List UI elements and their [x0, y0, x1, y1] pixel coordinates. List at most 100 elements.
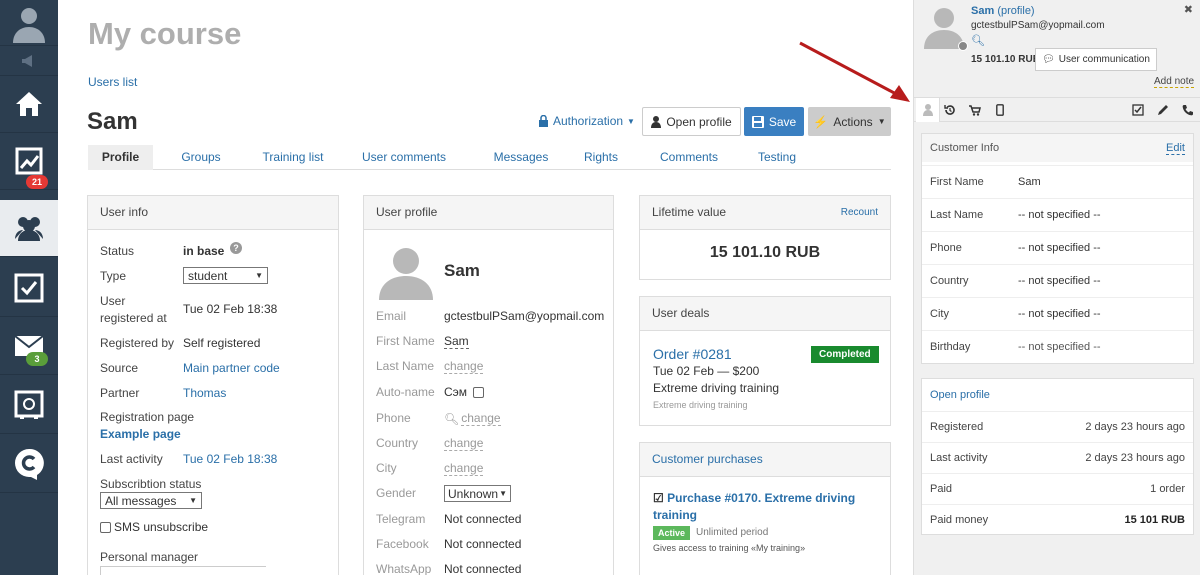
open-profile-button[interactable]: Open profile [642, 107, 741, 136]
tab-testing[interactable]: Testing [747, 145, 807, 170]
help-icon[interactable]: ? [230, 242, 242, 254]
recount-link[interactable]: Recount [841, 196, 878, 229]
whatsapp-value: Not connected [444, 562, 522, 575]
source-link[interactable]: Main partner code [183, 361, 280, 375]
chevron-down-icon: ▼ [189, 496, 197, 505]
customer-email: gctestbulPSam@yopmail.com [971, 20, 1105, 31]
home-icon[interactable] [0, 76, 58, 133]
tab-rights[interactable]: Rights [571, 145, 631, 170]
registered-by-label: Registered by [100, 336, 175, 350]
gender-select[interactable]: Unknown ▼ [444, 485, 511, 502]
customer-info-header: Customer Info Edit [922, 134, 1193, 162]
mail-icon[interactable]: 3 [0, 318, 58, 375]
customer-profile-link[interactable]: (profile) [997, 5, 1034, 17]
field-value: -- not specified -- [1018, 341, 1101, 353]
first-name-value[interactable]: Sam [444, 334, 469, 349]
stat-row-last-activity: Last activity 2 days 23 hours ago [922, 442, 1193, 473]
lock-icon [539, 115, 548, 127]
users-list-link[interactable]: Users list [88, 75, 137, 89]
status-label: Status [100, 244, 135, 258]
source-label: Source [100, 361, 139, 375]
user-avatar-icon[interactable] [0, 0, 58, 46]
checklist-tab-icon[interactable] [1126, 98, 1150, 122]
history-tab-icon[interactable] [938, 98, 962, 122]
save-button[interactable]: Save [744, 107, 804, 136]
email-label: Email [376, 309, 407, 323]
stat-value: 1 order [1150, 483, 1185, 495]
customer-name-link[interactable]: Sam [971, 5, 994, 17]
tab-user-comments[interactable]: User comments [337, 145, 471, 170]
subscription-select[interactable]: All messages ▼ [100, 492, 202, 509]
edit-link[interactable]: Edit [1166, 142, 1185, 155]
autoname-checkbox[interactable] [473, 386, 485, 398]
lifetime-value-header: Lifetime value Recount [640, 196, 890, 230]
tab-profile[interactable]: Profile [88, 145, 153, 170]
tab-messages[interactable]: Messages [471, 145, 571, 170]
sms-checkbox[interactable] [100, 521, 111, 533]
tab-comments[interactable]: Comments [631, 145, 747, 170]
registered-by-value: Self registered [183, 336, 261, 350]
mobile-tab-icon[interactable] [988, 98, 1012, 122]
customer-purchases-title: Customer purchases [640, 443, 890, 477]
partner-label: Partner [100, 386, 140, 400]
telegram-label: Telegram [376, 512, 426, 526]
gender-label: Gender [376, 486, 417, 500]
tab-training-list[interactable]: Training list [249, 145, 337, 170]
search-icon: 🔍︎ [444, 411, 460, 426]
type-select[interactable]: student ▼ [183, 267, 268, 284]
customer-stats-card: Open profile Registered 2 days 23 hours a… [921, 378, 1194, 535]
purchase-link[interactable]: ☑ Purchase #0170. Extreme driving traini… [653, 490, 883, 524]
phone-tab-icon[interactable] [1176, 98, 1200, 122]
sms-label: SMS unsubscribe [114, 520, 209, 534]
user-communication-label: User communication [1058, 54, 1150, 65]
add-note-link[interactable]: Add note [1154, 76, 1195, 88]
last-name-change[interactable]: change [444, 359, 484, 374]
authorization-dropdown[interactable]: Authorization ▼ [538, 114, 635, 128]
profile-tabs: Profile Groups Training list User commen… [88, 145, 891, 170]
type-label: Type [100, 269, 127, 283]
person-icon [651, 115, 662, 128]
cart-tab-icon[interactable] [963, 98, 987, 122]
open-profile-link[interactable]: Open profile [930, 389, 990, 401]
close-icon[interactable]: ✖ [1184, 3, 1193, 16]
customer-info-title: Customer Info [930, 142, 1000, 154]
user-communication-button[interactable]: 💬︎ User communication [1035, 48, 1157, 71]
main-content: My course Users list Sam Authorization ▼… [58, 0, 913, 575]
reg-page-link[interactable]: Example page [100, 427, 181, 441]
user-info-title: User info [88, 196, 338, 230]
users-icon[interactable] [0, 200, 58, 257]
user-name-heading: Sam [87, 108, 138, 135]
city-change[interactable]: change [444, 461, 484, 476]
field-value: -- not specified -- [1018, 308, 1101, 320]
phone-field: 🔍︎ change [444, 411, 501, 426]
order-link[interactable]: Order #0281 [653, 346, 732, 362]
actions-dropdown-button[interactable]: ⚡ Actions ▼ [808, 107, 891, 136]
purchase-name: Purchase #0170. Extreme driving training [653, 491, 856, 522]
stat-row-paid-money: Paid money 15 101 RUB [922, 504, 1193, 535]
field-row-city: City -- not specified -- [922, 297, 1193, 330]
partner-link[interactable]: Thomas [183, 386, 226, 400]
deal-product-sub: Extreme driving training [653, 400, 748, 410]
last-name-label: Last Name [376, 359, 435, 373]
last-activity-link[interactable]: Tue 02 Feb 18:38 [183, 452, 277, 466]
stat-row-paid: Paid 1 order [922, 473, 1193, 504]
chevron-down-icon: ▼ [499, 489, 507, 498]
tasks-checkbox-icon[interactable] [0, 260, 58, 317]
manager-input[interactable] [100, 566, 266, 575]
pencil-tab-icon[interactable] [1151, 98, 1175, 122]
person-tab-icon[interactable] [916, 98, 940, 122]
speech-bubble-icon: 💬︎ [1042, 54, 1055, 65]
chat-c-icon[interactable] [0, 436, 58, 493]
chart-icon[interactable]: 21 [0, 133, 58, 190]
megaphone-icon[interactable] [0, 46, 58, 76]
tab-groups[interactable]: Groups [153, 145, 249, 170]
field-row-first-name: First Name Sam [922, 165, 1193, 198]
chart-badge: 21 [26, 175, 48, 189]
phone-change[interactable]: change [461, 411, 501, 426]
field-label: First Name [930, 176, 984, 188]
search-icon[interactable]: 🔍︎ [971, 34, 985, 47]
safe-icon[interactable] [0, 377, 58, 434]
country-change[interactable]: change [444, 436, 484, 451]
field-value: -- not specified -- [1018, 242, 1101, 254]
field-value: -- not specified -- [1018, 209, 1101, 221]
